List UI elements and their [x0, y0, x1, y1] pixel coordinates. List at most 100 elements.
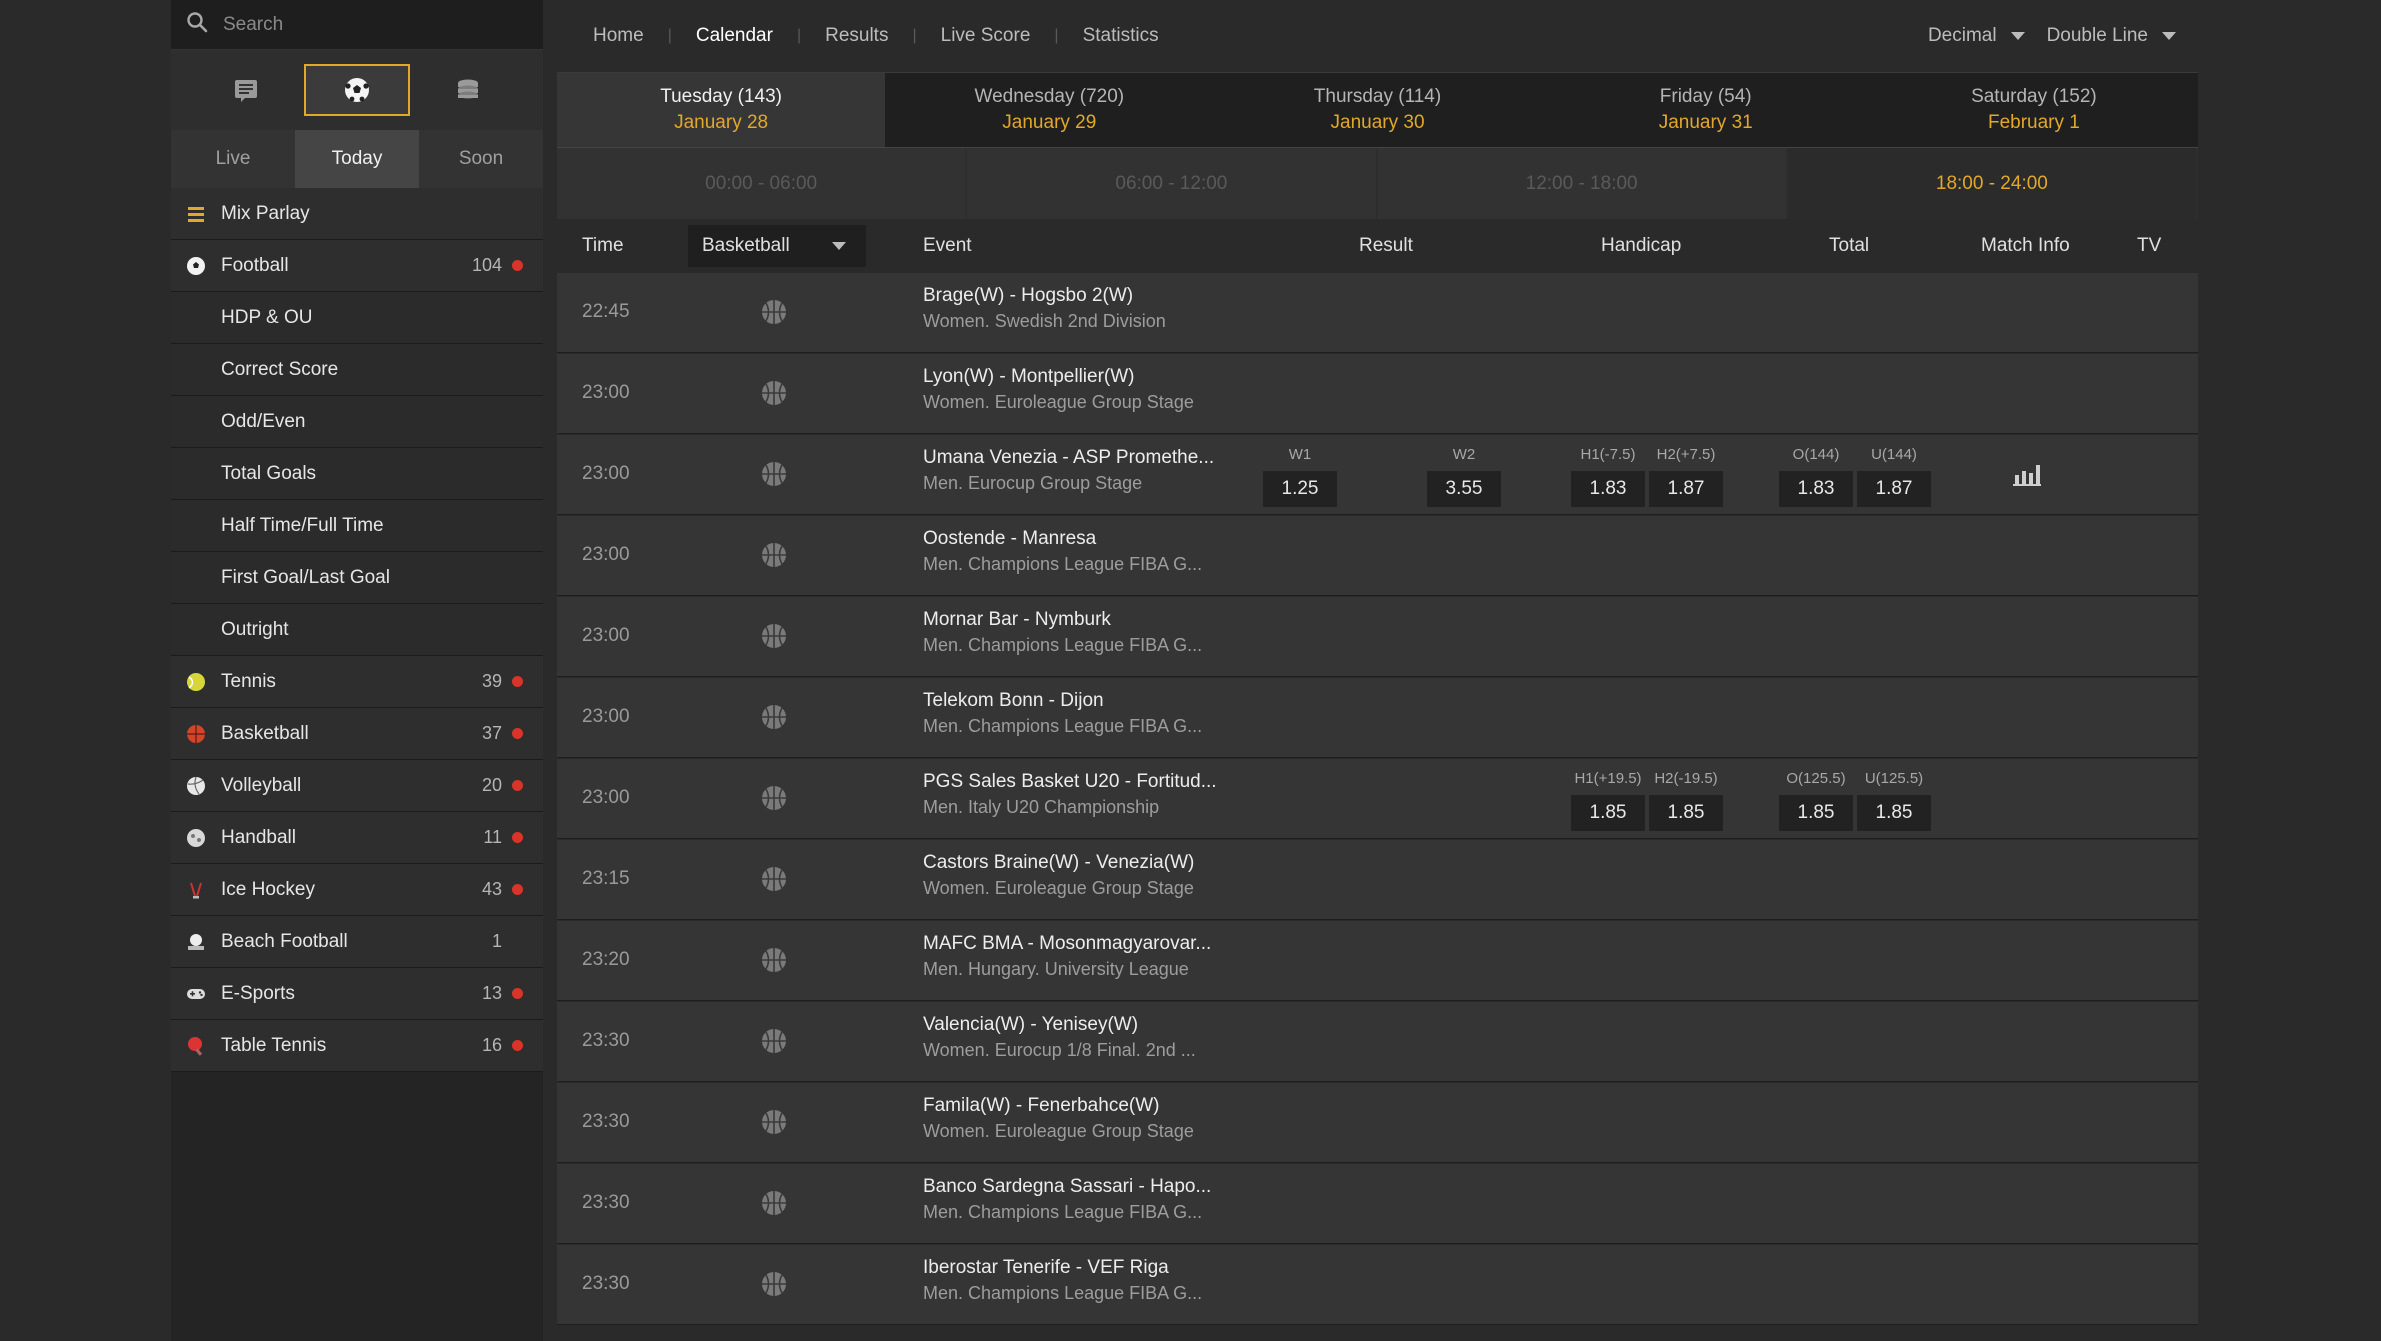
sidebar-item-label: Outright — [221, 618, 289, 640]
event-row[interactable]: 22:45 Brage(W) - Hogsbo 2(W) Women. Swedis… — [557, 273, 2198, 353]
tab-soon[interactable]: Soon — [419, 130, 543, 188]
time-slot-tab[interactable]: 00:00 - 06:00 — [557, 148, 966, 219]
event-row[interactable]: 23:20 MAFC BMA - Mosonmagyarovar... Men. H… — [557, 921, 2198, 1001]
event-teams[interactable]: Famila(W) - Fenerbahce(W) — [923, 1095, 1159, 1117]
odds-button[interactable]: 3.55 — [1427, 471, 1501, 507]
event-teams[interactable]: Castors Braine(W) - Venezia(W) — [923, 852, 1194, 874]
col-match-info: Match Info — [1981, 235, 2070, 256]
odds-button[interactable]: 1.85 — [1779, 795, 1853, 831]
nav-results[interactable]: Results — [813, 25, 900, 47]
nav-statistics[interactable]: Statistics — [1071, 25, 1171, 47]
search-icon[interactable] — [185, 10, 209, 39]
odds-button[interactable]: 1.25 — [1263, 471, 1337, 507]
odds-button[interactable]: 1.87 — [1857, 471, 1931, 507]
odds-button[interactable]: 1.85 — [1857, 795, 1931, 831]
period-tabs: Live Today Soon — [171, 130, 543, 188]
event-row[interactable]: 23:00 PGS Sales Basket U20 - Fortitud... M… — [557, 759, 2198, 839]
odds-button[interactable]: 1.83 — [1779, 471, 1853, 507]
sport-list: Mix Parlay Football 104 HDP & OU Correct Sco… — [171, 188, 543, 1072]
sidebar-item-volleyball[interactable]: Volleyball 20 — [171, 760, 543, 812]
sport-filter-dropdown[interactable]: Basketball — [688, 225, 866, 267]
tab-live[interactable]: Live — [171, 130, 295, 188]
event-time: 23:00 — [582, 544, 630, 565]
event-teams[interactable]: Umana Venezia - ASP Promethe... — [923, 447, 1214, 469]
event-teams[interactable]: Banco Sardegna Sassari - Hapo... — [923, 1176, 1211, 1198]
event-row[interactable]: 23:30 Famila(W) - Fenerbahce(W) Women. Eur… — [557, 1083, 2198, 1163]
event-teams[interactable]: Telekom Bonn - Dijon — [923, 690, 1104, 712]
line-mode-dropdown[interactable]: Double Line — [2047, 25, 2176, 47]
event-teams[interactable]: Valencia(W) - Yenisey(W) — [923, 1014, 1138, 1036]
live-indicator — [512, 676, 523, 687]
sidebar-item-beach-football[interactable]: Beach Football 1 — [171, 916, 543, 968]
sidebar-item-table-tennis[interactable]: Table Tennis 16 — [171, 1020, 543, 1072]
sidebar-item-correct-score[interactable]: Correct Score — [171, 344, 543, 396]
bar-chart-icon[interactable] — [2012, 461, 2042, 487]
event-teams[interactable]: PGS Sales Basket U20 - Fortitud... — [923, 771, 1217, 793]
odds-format-dropdown[interactable]: Decimal — [1928, 25, 2025, 47]
event-row[interactable]: 23:00 Lyon(W) - Montpellier(W) Women. Euro… — [557, 354, 2198, 434]
sidebar-item-handball[interactable]: Handball 11 — [171, 812, 543, 864]
search-bar — [171, 0, 543, 50]
event-list: 22:45 Brage(W) - Hogsbo 2(W) Women. Swedis… — [557, 273, 2198, 1325]
day-tab[interactable]: Wednesday (720) January 29 — [885, 73, 1213, 147]
event-row[interactable]: 23:00 Telekom Bonn - Dijon Men. Champions … — [557, 678, 2198, 758]
sidebar-item-e-sports[interactable]: E-Sports 13 — [171, 968, 543, 1020]
event-row[interactable]: 23:00 Mornar Bar - Nymburk Men. Champions … — [557, 597, 2198, 677]
odds-button[interactable]: 1.87 — [1649, 471, 1723, 507]
day-tab[interactable]: Friday (54) January 31 — [1542, 73, 1870, 147]
time-slot-tab[interactable]: 18:00 - 24:00 — [1787, 148, 2196, 219]
odds-label: H1(-7.5) — [1580, 446, 1636, 463]
coins-view-button[interactable] — [415, 64, 521, 116]
event-row[interactable]: 23:30 Banco Sardegna Sassari - Hapo... Men… — [557, 1164, 2198, 1244]
day-tab[interactable]: Saturday (152) February 1 — [1870, 73, 2198, 147]
sidebar-item-hdp-ou[interactable]: HDP & OU — [171, 292, 543, 344]
sidebar-item-football[interactable]: Football 104 — [171, 240, 543, 292]
sidebar-item-total-goals[interactable]: Total Goals — [171, 448, 543, 500]
nav-home[interactable]: Home — [581, 25, 656, 47]
event-row[interactable]: 23:15 Castors Braine(W) - Venezia(W) Women… — [557, 840, 2198, 920]
event-teams[interactable]: Lyon(W) - Montpellier(W) — [923, 366, 1135, 388]
sidebar-item-label: Volleyball — [221, 774, 302, 796]
tennis-icon — [185, 671, 207, 693]
tab-today[interactable]: Today — [295, 130, 419, 188]
list-view-button[interactable] — [193, 64, 299, 116]
sidebar-item-label: Total Goals — [221, 462, 317, 484]
nav-calendar[interactable]: Calendar — [684, 25, 785, 47]
live-indicator — [512, 260, 523, 271]
sidebar-item-odd-even[interactable]: Odd/Even — [171, 396, 543, 448]
sidebar-item-basketball[interactable]: Basketball 37 — [171, 708, 543, 760]
sidebar-item-first-goal-last-goal[interactable]: First Goal/Last Goal — [171, 552, 543, 604]
event-teams[interactable]: Brage(W) - Hogsbo 2(W) — [923, 285, 1133, 307]
day-tab[interactable]: Thursday (114) January 30 — [1213, 73, 1541, 147]
sidebar-item-half-time-full-time[interactable]: Half Time/Full Time — [171, 500, 543, 552]
event-row[interactable]: 23:00 Umana Venezia - ASP Promethe... Men.… — [557, 435, 2198, 515]
odds-button[interactable]: 1.85 — [1571, 795, 1645, 831]
sidebar-item-mix-parlay[interactable]: Mix Parlay — [171, 188, 543, 240]
odds-button[interactable]: 1.85 — [1649, 795, 1723, 831]
sidebar-item-tennis[interactable]: Tennis 39 — [171, 656, 543, 708]
event-row[interactable]: 23:30 Iberostar Tenerife - VEF Riga Men. C… — [557, 1245, 2198, 1325]
event-teams[interactable]: MAFC BMA - Mosonmagyarovar... — [923, 933, 1211, 955]
event-teams[interactable]: Iberostar Tenerife - VEF Riga — [923, 1257, 1169, 1279]
time-slot-tab[interactable]: 06:00 - 12:00 — [967, 148, 1376, 219]
odds-button[interactable]: 1.83 — [1571, 471, 1645, 507]
time-slot-tab[interactable]: 12:00 - 18:00 — [1377, 148, 1786, 219]
chevron-down-icon — [832, 242, 846, 250]
day-tab[interactable]: Tuesday (143) January 28 — [557, 73, 886, 147]
event-row[interactable]: 23:00 Oostende - Manresa Men. Champions Le… — [557, 516, 2198, 596]
search-input[interactable] — [223, 13, 503, 36]
event-teams[interactable]: Oostende - Manresa — [923, 528, 1096, 550]
sidebar-item-ice-hockey[interactable]: Ice Hockey 43 — [171, 864, 543, 916]
nav-live-score[interactable]: Live Score — [929, 25, 1043, 47]
event-league: Men. Champions League FIBA G... — [923, 1202, 1203, 1222]
event-league: Women. Euroleague Group Stage — [923, 392, 1194, 412]
odds-label: H1(+19.5) — [1574, 770, 1642, 787]
nav-separator: | — [796, 27, 802, 44]
sports-view-button[interactable] — [303, 64, 410, 116]
sidebar-item-outright[interactable]: Outright — [171, 604, 543, 656]
event-teams[interactable]: Mornar Bar - Nymburk — [923, 609, 1111, 631]
live-indicator — [512, 780, 523, 791]
event-row[interactable]: 23:30 Valencia(W) - Yenisey(W) Women. Euro… — [557, 1002, 2198, 1082]
sidebar-item-label: Handball — [221, 826, 296, 848]
event-time: 23:30 — [582, 1273, 630, 1294]
